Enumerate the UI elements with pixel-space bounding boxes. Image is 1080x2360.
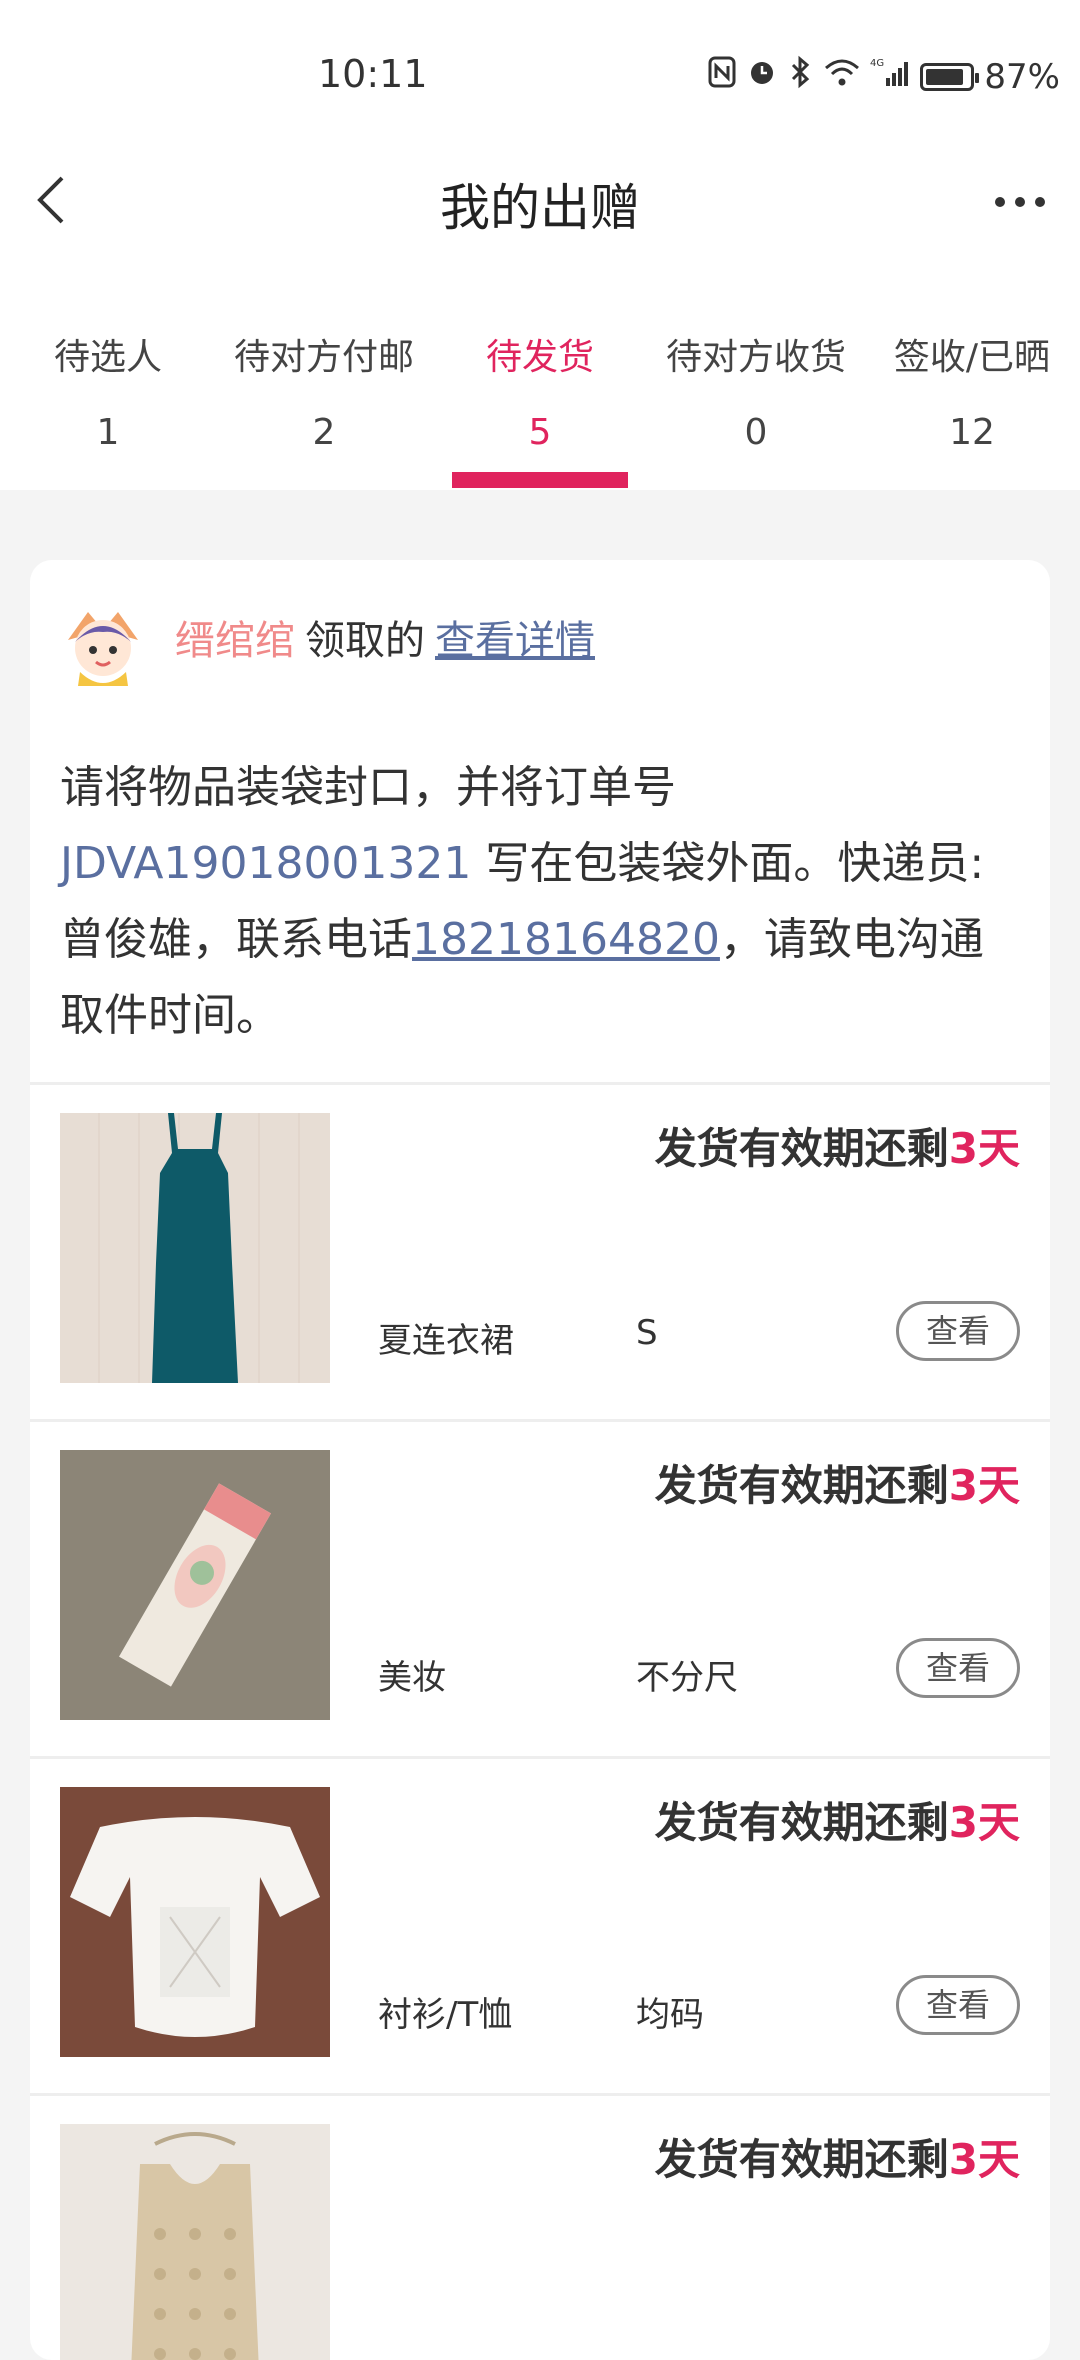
page-title: 我的出赠 <box>440 179 640 237</box>
tab-count: 2 <box>312 412 336 453</box>
status-bar: 10:11 4G 87% <box>0 0 1080 150</box>
recipient-line: 缙绾绾 领取的 查看详情 <box>175 608 595 666</box>
item-size: S <box>636 1313 658 1353</box>
tab-label: 待发货 <box>485 337 594 378</box>
ship-deadline: 发货有效期还剩3天 <box>655 1452 1020 1513</box>
courier-phone-link[interactable]: 18218164820 <box>412 914 720 965</box>
deadline-text: 发货有效期还剩 <box>654 2135 949 2184</box>
status-icons: 4G 87% <box>708 55 1060 98</box>
status-time: 10:11 <box>318 52 428 96</box>
view-button[interactable]: 查看 <box>896 1301 1020 1361</box>
view-button[interactable]: 查看 <box>896 1638 1020 1698</box>
item-image-cosmetic-box[interactable] <box>60 1450 330 1720</box>
nfc-icon <box>708 56 736 97</box>
tab-count: 0 <box>744 412 768 453</box>
tab-label: 待对方付邮 <box>233 337 414 378</box>
deadline-days: 3天 <box>948 2135 1020 2184</box>
notice-text: 请将物品装袋封口，并将订单号 <box>60 762 676 813</box>
tab-count: 1 <box>96 412 120 453</box>
item-category: 美妆 <box>378 1658 446 1698</box>
list-item: 发货有效期还剩3天 美妆 不分尺 查看 <box>30 1419 1050 1756</box>
deadline-days: 3天 <box>948 1461 1020 1510</box>
ship-deadline: 发货有效期还剩3天 <box>655 1115 1020 1176</box>
deadline-text: 发货有效期还剩 <box>654 1461 949 1510</box>
active-tab-indicator <box>452 472 628 488</box>
tab-label: 待选人 <box>53 337 162 378</box>
more-dots-icon[interactable] <box>990 172 1050 232</box>
item-size: 不分尺 <box>636 1658 738 1698</box>
tab-pending-ship[interactable]: 待发货 5 <box>432 250 648 490</box>
tab-count: 12 <box>949 412 995 453</box>
shipping-instructions: 请将物品装袋封口，并将订单号 JDVA19018001321 写在包装袋外面。快… <box>60 750 1020 1054</box>
tab-pending-select[interactable]: 待选人 1 <box>0 250 216 490</box>
tab-signed-shared[interactable]: 签收/已晒 12 <box>864 250 1080 490</box>
item-category: 夏连衣裙 <box>378 1321 514 1361</box>
recipient-action: 领取的 <box>305 618 425 664</box>
battery-percent: 87% <box>984 56 1060 97</box>
deadline-days: 3天 <box>948 1798 1020 1847</box>
view-details-link[interactable]: 查看详情 <box>435 618 595 664</box>
ship-deadline: 发货有效期还剩3天 <box>655 2126 1020 2187</box>
signal-4g-icon: 4G <box>870 56 910 97</box>
list-item: 发货有效期还剩3天 夏连衣裙 S 查看 <box>30 1082 1050 1419</box>
battery-fill <box>926 68 964 85</box>
tab-pending-postage[interactable]: 待对方付邮 2 <box>216 250 432 490</box>
tab-count: 5 <box>528 412 552 453</box>
status-tabs: 待选人 1 待对方付邮 2 待发货 5 待对方收货 0 签收/已晒 12 <box>0 250 1080 490</box>
item-image-teal-dress[interactable] <box>60 1113 330 1383</box>
bluetooth-icon <box>788 55 814 98</box>
deadline-text: 发货有效期还剩 <box>654 1798 949 1847</box>
item-list: 发货有效期还剩3天 夏连衣裙 S 查看 发货有效期还剩3天 美妆 不分尺 查看 … <box>30 1082 1050 2360</box>
item-image-white-blouse[interactable] <box>60 1787 330 2057</box>
tab-label: 签收/已晒 <box>893 337 1051 378</box>
wifi-icon <box>824 57 860 97</box>
order-number: JDVA19018001321 <box>60 838 472 889</box>
item-size: 均码 <box>636 1995 704 2035</box>
order-card: 缙绾绾 领取的 查看详情 请将物品装袋封口，并将订单号 JDVA1901800132… <box>30 560 1050 2360</box>
tab-pending-receive[interactable]: 待对方收货 0 <box>648 250 864 490</box>
deadline-days: 3天 <box>948 1124 1020 1173</box>
ship-deadline: 发货有效期还剩3天 <box>655 1789 1020 1850</box>
tab-label: 待对方收货 <box>665 337 846 378</box>
deadline-text: 发货有效期还剩 <box>654 1124 949 1173</box>
list-item: 发货有效期还剩3天 <box>30 2093 1050 2360</box>
svg-text:4G: 4G <box>870 58 884 69</box>
item-image-knit-top[interactable] <box>60 2124 330 2360</box>
recipient-name[interactable]: 缙绾绾 <box>175 618 295 664</box>
item-category: 衬衫/T恤 <box>378 1995 513 2035</box>
nav-bar: 我的出赠 <box>0 150 1080 250</box>
view-button[interactable]: 查看 <box>896 1975 1020 2035</box>
avatar[interactable] <box>58 600 148 690</box>
battery-icon <box>920 62 980 91</box>
list-item: 发货有效期还剩3天 衬衫/T恤 均码 查看 <box>30 1756 1050 2093</box>
card-header: 缙绾绾 领取的 查看详情 <box>30 560 1050 720</box>
alarm-icon <box>746 56 778 97</box>
